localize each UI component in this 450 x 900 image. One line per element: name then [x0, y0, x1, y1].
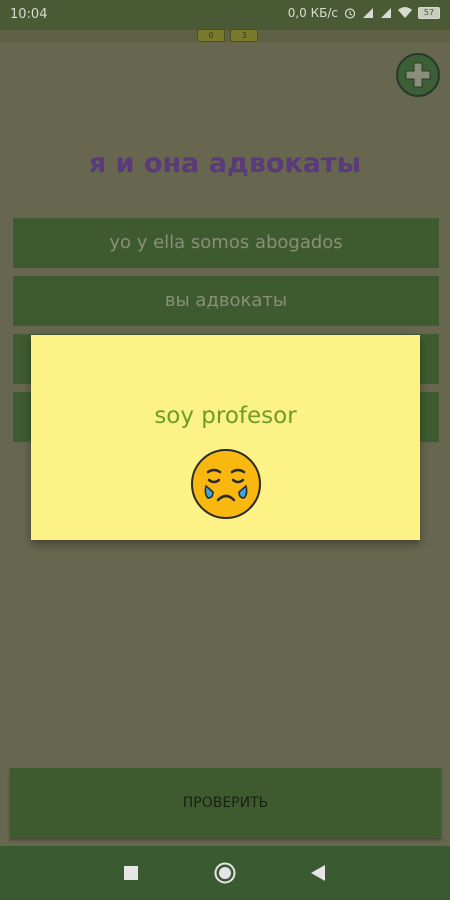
navigation-bar: [0, 846, 450, 900]
signal-icon: [363, 8, 373, 18]
wifi-icon: [398, 7, 412, 19]
plus-icon: [405, 62, 431, 88]
status-time: 10:04: [10, 7, 48, 22]
check-button[interactable]: ПРОВЕРИТЬ: [10, 768, 441, 838]
correct-counter: 0: [197, 29, 225, 42]
status-bar: 10:04 0,0 КБ/с 57: [0, 0, 450, 30]
add-button[interactable]: [396, 53, 440, 97]
home-icon[interactable]: [214, 862, 236, 884]
wrong-counter: 3: [230, 29, 258, 42]
feedback-dialog[interactable]: soy profesor: [31, 335, 420, 540]
alarm-icon: [344, 8, 356, 19]
question-text: я и она адвокаты: [88, 148, 362, 179]
recent-apps-icon[interactable]: [124, 866, 138, 880]
crying-face-icon: [191, 449, 261, 519]
status-icons: 0,0 КБ/с 57: [288, 6, 440, 20]
network-speed: 0,0 КБ/с: [287, 6, 338, 20]
battery-icon: 57: [418, 7, 440, 19]
answer-option[interactable]: вы адвокаты: [13, 276, 439, 326]
back-icon[interactable]: [311, 865, 325, 881]
signal-icon-2: [381, 8, 391, 18]
dialog-text: soy profesor: [154, 403, 297, 429]
answer-option[interactable]: yo y ella somos abogados: [13, 218, 439, 268]
app-bar: [0, 30, 450, 42]
